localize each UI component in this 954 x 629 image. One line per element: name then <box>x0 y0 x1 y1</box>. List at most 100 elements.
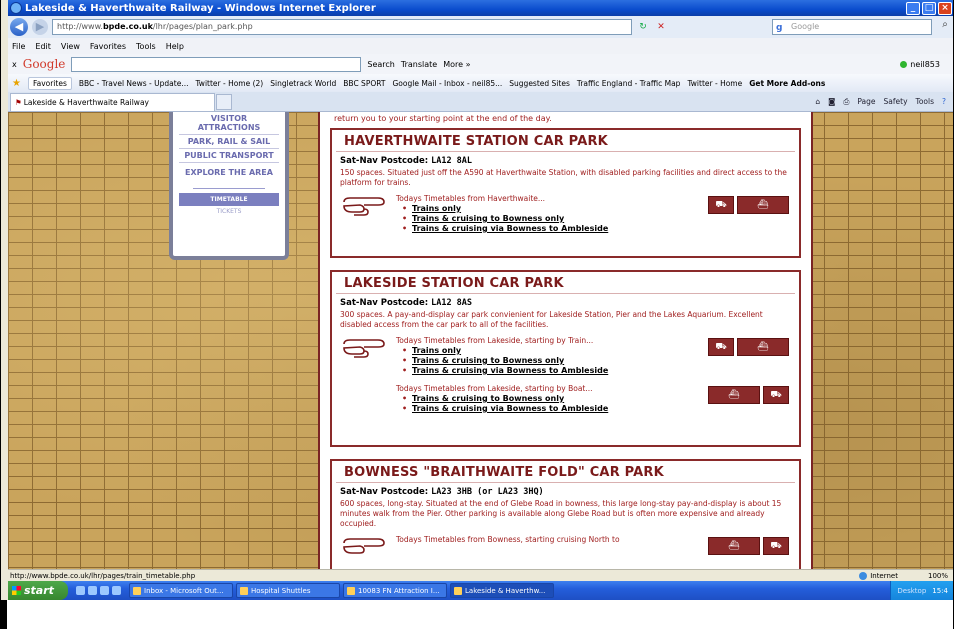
timetable-button[interactable]: TIMETABLE <box>179 193 279 206</box>
zoom-level[interactable]: 100% <box>928 572 948 580</box>
menu-view[interactable]: View <box>61 42 80 51</box>
url-domain: bpde.co.uk <box>102 22 153 31</box>
fav-item[interactable]: Twitter - Home <box>687 79 742 88</box>
timetable-link[interactable]: Trains only <box>412 204 461 213</box>
translate-button[interactable]: Translate <box>401 60 437 69</box>
favorites-button[interactable]: Favorites <box>27 76 72 90</box>
taskbar-item[interactable]: Hospital Shuttles <box>236 583 340 598</box>
fav-item[interactable]: Traffic England - Traffic Map <box>577 79 681 88</box>
boat-icon[interactable]: ⛴ <box>737 196 789 214</box>
quicklaunch-icon[interactable] <box>88 586 97 595</box>
menu-help[interactable]: Help <box>166 42 184 51</box>
tickets-link[interactable]: TICKETS <box>173 208 285 215</box>
close-toolbar-icon[interactable]: x <box>12 60 17 69</box>
google-logo: Google <box>22 57 66 71</box>
menu-tools[interactable]: Tools <box>136 42 156 51</box>
minimize-button[interactable]: _ <box>906 1 920 15</box>
satnav-postcode: Sat-Nav Postcode: LA12 8AL <box>340 156 473 166</box>
quicklaunch-icon[interactable] <box>112 586 121 595</box>
search-placeholder: Google <box>791 22 820 31</box>
timetable-link[interactable]: Trains & cruising to Bowness only <box>412 356 564 365</box>
refresh-icon[interactable]: ↻ <box>636 20 650 34</box>
timetable-link[interactable]: Trains & cruising via Bowness to Amblesi… <box>412 404 608 413</box>
status-bar: http://www.bpde.co.uk/lhr/pages/train_ti… <box>8 569 953 581</box>
ie-logo-icon <box>10 2 22 14</box>
google-user[interactable]: neil853 <box>900 60 953 69</box>
site-favicon-icon: ⚑ <box>15 97 22 107</box>
safety-menu[interactable]: Safety <box>884 97 908 107</box>
list-item: Trains & cruising to Bowness only <box>402 356 791 366</box>
fav-item[interactable]: Suggested Sites <box>509 79 570 88</box>
search-input[interactable]: g Google <box>772 19 932 35</box>
start-button[interactable]: start <box>8 581 68 600</box>
close-button[interactable]: × <box>938 1 952 15</box>
tab-active[interactable]: ⚑ Lakeside & Haverthwaite Railway <box>10 92 215 111</box>
train-icon[interactable]: ⛟ <box>763 537 789 555</box>
maximize-button[interactable]: □ <box>922 1 936 15</box>
status-dot-icon <box>900 60 908 68</box>
timetable-link[interactable]: Trains & cruising via Bowness to Amblesi… <box>412 224 608 233</box>
desktop-toolbar[interactable]: Desktop <box>897 587 926 595</box>
url-input[interactable]: http://www.bpde.co.uk/lhr/pages/plan_par… <box>52 19 632 35</box>
feeds-icon[interactable]: ◙ <box>828 97 835 107</box>
nav-park-rail-sail[interactable]: PARK, RAIL & SAIL <box>179 135 279 149</box>
train-icon[interactable]: ⛟ <box>708 338 734 356</box>
clock: 15:4 <box>932 586 948 595</box>
search-icon[interactable]: ⌕ <box>936 19 953 35</box>
nav-visitor-attractions[interactable]: VISITOR ATTRACTIONS <box>179 112 279 135</box>
intro-text: return you to your starting point at the… <box>334 114 552 123</box>
tab-row: ⚑ Lakeside & Haverthwaite Railway ⌂ ◙ ⎙ P… <box>8 92 953 112</box>
menu-file[interactable]: File <box>12 42 25 51</box>
boat-icon[interactable]: ⛴ <box>708 386 760 404</box>
menu-edit[interactable]: Edit <box>35 42 51 51</box>
google-toolbar: x Google Search Translate More » neil853 <box>8 54 953 74</box>
timetable-link[interactable]: Trains & cruising via Bowness to Amblesi… <box>412 366 608 375</box>
new-tab-button[interactable] <box>216 93 232 110</box>
boat-icon[interactable]: ⛴ <box>737 338 789 356</box>
back-button[interactable]: ◀ <box>10 18 28 36</box>
timetable-link[interactable]: Trains & cruising to Bowness only <box>412 394 564 403</box>
more-button[interactable]: More » <box>443 60 470 69</box>
nav-explore-the-area[interactable]: EXPLORE THE AREA <box>179 163 279 185</box>
home-icon[interactable]: ⌂ <box>815 97 820 107</box>
title-bar: Lakeside & Haverthwaite Railway - Window… <box>8 0 953 16</box>
menu-favorites[interactable]: Favorites <box>90 42 126 51</box>
taskbar-item[interactable]: 10083 FN Attraction I... <box>343 583 447 598</box>
quicklaunch-icon[interactable] <box>100 586 109 595</box>
help-icon[interactable]: ? <box>942 97 946 107</box>
fav-item[interactable]: BBC SPORT <box>343 79 385 88</box>
print-icon[interactable]: ⎙ <box>843 97 849 107</box>
timetable-link[interactable]: Trains & cruising to Bowness only <box>412 214 564 223</box>
taskbar-item-active[interactable]: Lakeside & Haverthw... <box>450 583 554 598</box>
forward-button[interactable]: ▶ <box>32 19 48 35</box>
google-search-button[interactable]: Search <box>367 60 394 69</box>
timetable-link[interactable]: Trains only <box>412 346 461 355</box>
fav-item[interactable]: Google Mail - Inbox - neil85... <box>393 79 503 88</box>
boat-icon[interactable]: ⛴ <box>708 537 760 555</box>
quick-launch <box>76 586 121 595</box>
carpark-section-lakeside: LAKESIDE STATION CAR PARK Sat-Nav Postco… <box>330 270 801 447</box>
stop-icon[interactable]: ✕ <box>654 20 668 34</box>
fav-item[interactable]: BBC - Travel News - Update... <box>79 79 189 88</box>
carpark-section-haverthwaite: HAVERTHWAITE STATION CAR PARK Sat-Nav Po… <box>330 128 801 258</box>
fav-item[interactable]: Singletrack World <box>270 79 336 88</box>
fav-item[interactable]: Twitter - Home (2) <box>195 79 263 88</box>
pointing-hand-icon <box>343 197 385 216</box>
quicklaunch-icon[interactable] <box>76 586 85 595</box>
tools-menu[interactable]: Tools <box>916 97 934 107</box>
taskbar-item[interactable]: Inbox - Microsoft Out... <box>129 583 233 598</box>
train-icon[interactable]: ⛟ <box>708 196 734 214</box>
menu-bar: File Edit View Favorites Tools Help <box>8 38 953 54</box>
timetable-block: Todays Timetables from Bowness, starting… <box>332 529 799 567</box>
train-icon[interactable]: ⛟ <box>763 386 789 404</box>
nav-public-transport[interactable]: PUBLIC TRANSPORT <box>179 149 279 163</box>
pointing-hand-icon <box>343 339 385 358</box>
section-title: LAKESIDE STATION CAR PARK <box>336 272 795 294</box>
page-menu[interactable]: Page <box>857 97 875 107</box>
status-url: http://www.bpde.co.uk/lhr/pages/train_ti… <box>10 571 196 580</box>
section-description: 150 spaces. Situated just off the A590 a… <box>340 168 787 187</box>
list-item: Trains & cruising via Bowness to Amblesi… <box>402 404 791 414</box>
fav-item[interactable]: Get More Add-ons <box>749 79 825 88</box>
list-item: Trains & cruising via Bowness to Amblesi… <box>402 224 791 234</box>
google-search-input[interactable] <box>71 56 362 72</box>
